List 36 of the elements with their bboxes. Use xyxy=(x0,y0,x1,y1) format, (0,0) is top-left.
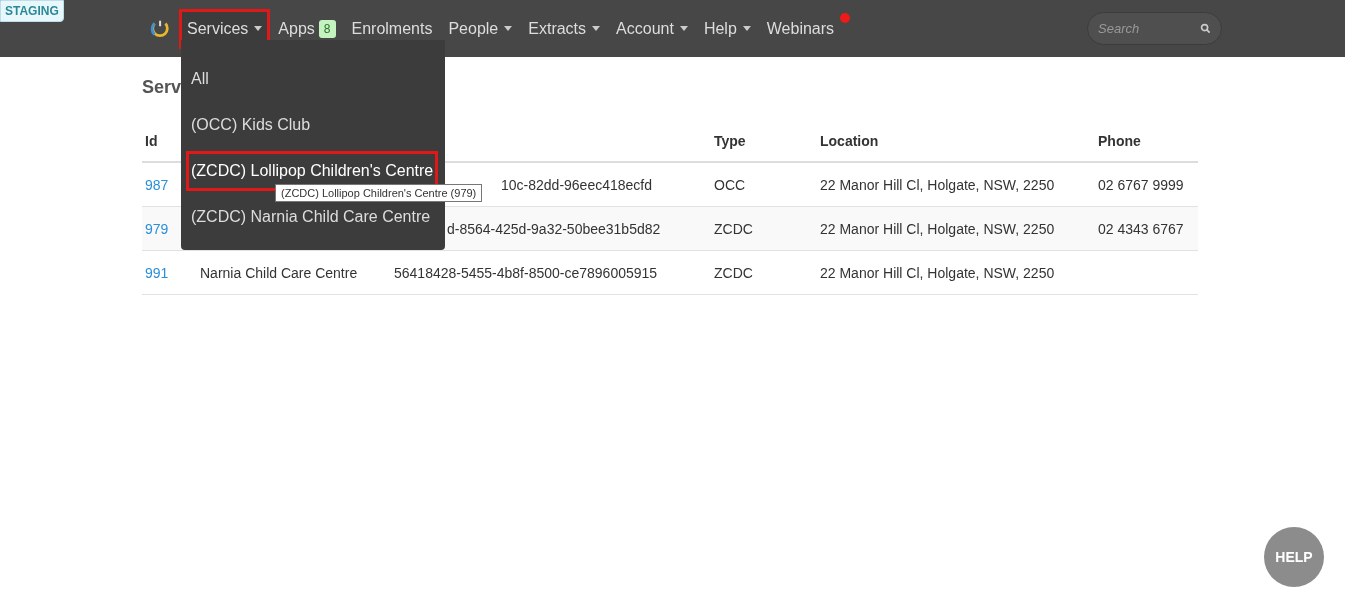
tooltip: (ZCDC) Lollipop Children's Centre (979) xyxy=(275,184,483,202)
page-title: Serv xyxy=(142,77,182,98)
table-cell-text: 22 Manor Hill Cl, Holgate, NSW, 2250 xyxy=(819,176,1056,193)
table-cell-text: OCC xyxy=(713,176,747,193)
table-cell-text: ZCDC xyxy=(713,220,754,237)
nav-link[interactable]: Account xyxy=(608,8,696,49)
table-cell-text: 56418428-5455-4b8f-8500-ce7896005915 xyxy=(393,264,659,281)
menu-item[interactable]: (OCC) Kids Club xyxy=(181,102,445,148)
column-header: Phone xyxy=(1097,133,1142,149)
nav-link[interactable]: Extracts xyxy=(520,8,609,49)
id-link[interactable]: 991 xyxy=(142,264,197,281)
table-cell-text: 02 6767 9999 xyxy=(1097,176,1185,193)
table-cell-text: Narnia Child Care Centre xyxy=(199,264,359,281)
caret-icon xyxy=(679,26,688,31)
nav-link[interactable]: Webinars xyxy=(758,8,853,49)
table-cell-text: 22 Manor Hill Cl, Holgate, NSW, 2250 xyxy=(819,220,1056,237)
nav-link[interactable]: Help xyxy=(695,8,759,49)
environment-badge: STAGING xyxy=(0,0,64,22)
table-cell: d-8564-425d-9a32-50bee31b5d82 xyxy=(447,220,661,237)
caret-icon xyxy=(592,26,601,31)
column-header: Type xyxy=(713,133,747,149)
nav-link[interactable]: People xyxy=(440,8,521,49)
column-header: Id xyxy=(144,133,159,149)
caret-icon xyxy=(254,26,263,31)
table-cell: 10c-82dd-96eec418ecfd xyxy=(501,176,652,193)
column-header: Location xyxy=(819,133,880,149)
nav-link[interactable]: Apps 8 xyxy=(270,8,344,49)
table-cell-text: 22 Manor Hill Cl, Holgate, NSW, 2250 xyxy=(819,264,1056,281)
caret-icon xyxy=(742,26,751,31)
search-field[interactable]: Search xyxy=(1087,12,1223,45)
caret-icon xyxy=(504,26,513,31)
table-cell-text: 02 4343 6767 xyxy=(1097,220,1185,237)
table-cell-text: ZCDC xyxy=(713,264,754,281)
notification-dot xyxy=(840,12,851,23)
count-badge: 8 xyxy=(318,19,336,38)
menu-item[interactable]: All xyxy=(181,56,445,102)
